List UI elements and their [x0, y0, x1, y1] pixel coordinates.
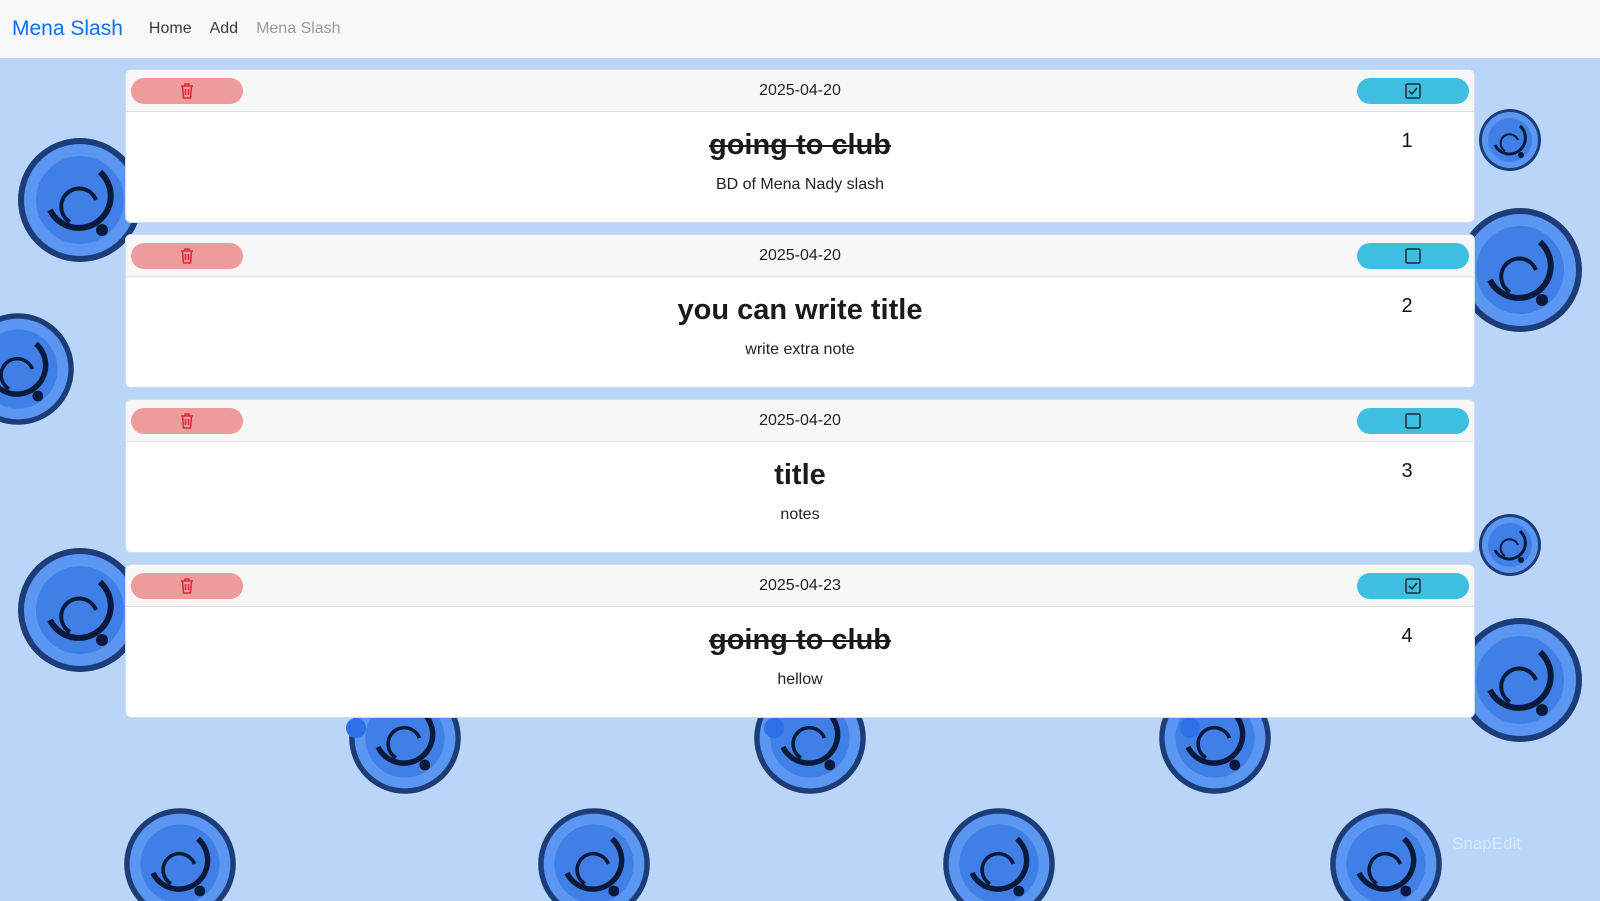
task-card-body: going to club BD of Mena Nady slash 1 [126, 112, 1474, 222]
delete-button[interactable] [131, 408, 243, 434]
task-note: BD of Mena Nady slash [715, 176, 885, 193]
task-card: 2025-04-23 going to club hellow 4 [125, 564, 1475, 718]
checkbox-empty-icon [1405, 413, 1421, 429]
task-card-header: 2025-04-23 [126, 565, 1474, 607]
checkbox-empty-icon [1405, 248, 1421, 264]
nav-link-add[interactable]: Add [210, 20, 238, 38]
checkbox-checked-icon [1405, 83, 1421, 99]
delete-button[interactable] [131, 78, 243, 104]
task-card-header: 2025-04-20 [126, 70, 1474, 112]
task-number: 4 [1401, 625, 1413, 647]
task-card-header: 2025-04-20 [126, 400, 1474, 442]
task-number: 3 [1401, 460, 1413, 482]
task-date: 2025-04-23 [759, 576, 841, 594]
task-card: 2025-04-20 you can write title write ext… [125, 234, 1475, 388]
task-title: title [774, 459, 826, 491]
toggle-done-button[interactable] [1357, 243, 1469, 269]
task-date: 2025-04-20 [759, 411, 841, 429]
task-title: going to club [708, 129, 891, 161]
task-date: 2025-04-20 [759, 246, 841, 264]
task-title: going to club [708, 624, 891, 656]
task-date: 2025-04-20 [759, 81, 841, 99]
trash-icon [181, 83, 193, 99]
task-card: 2025-04-20 title notes 3 [125, 399, 1475, 553]
nav-link-home[interactable]: Home [149, 20, 192, 38]
checkbox-checked-icon [1405, 578, 1421, 594]
task-card: 2025-04-20 going to club BD of Mena Nady… [125, 69, 1475, 223]
task-card-header: 2025-04-20 [126, 235, 1474, 277]
task-card-body: you can write title write extra note 2 [126, 277, 1474, 387]
task-title: you can write title [677, 294, 923, 326]
task-card-body: going to club hellow 4 [126, 607, 1474, 717]
task-number: 1 [1401, 130, 1413, 152]
task-note: notes [780, 506, 820, 523]
trash-icon [181, 578, 193, 594]
delete-button[interactable] [131, 243, 243, 269]
task-number: 2 [1401, 295, 1413, 317]
snapedit-watermark: SnapEdit [1452, 834, 1521, 853]
task-note: write extra note [745, 341, 855, 358]
task-card-body: title notes 3 [126, 442, 1474, 552]
brand-link[interactable]: Mena Slash [12, 17, 123, 41]
delete-button[interactable] [131, 573, 243, 599]
nav-link-mena-slash: Mena Slash [256, 20, 341, 37]
top-navbar: Mena Slash Home Add Mena Slash [0, 0, 1600, 58]
toggle-done-button[interactable] [1357, 78, 1469, 104]
trash-icon [181, 413, 193, 429]
task-list: 2025-04-20 going to club BD of Mena Nady… [125, 69, 1475, 729]
trash-icon [181, 248, 193, 264]
task-note: hellow [777, 671, 823, 688]
toggle-done-button[interactable] [1357, 573, 1469, 599]
toggle-done-button[interactable] [1357, 408, 1469, 434]
